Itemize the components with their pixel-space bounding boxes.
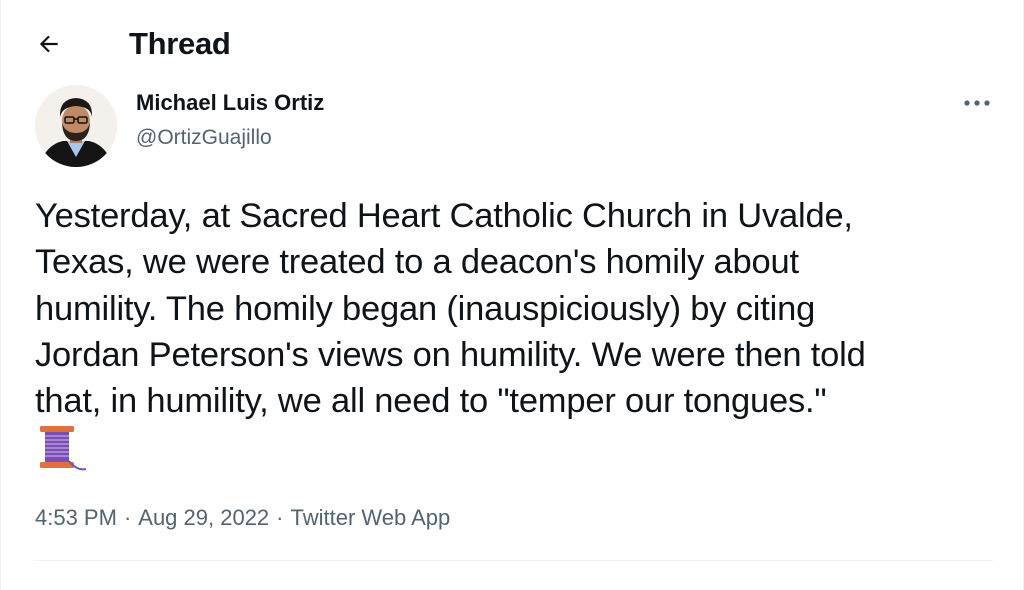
tweet-thread-page: Thread Michael Luis Ortiz @OrtizGuajillo bbox=[0, 0, 1024, 590]
page-title: Thread bbox=[129, 26, 231, 61]
tweet-date[interactable]: Aug 29, 2022 bbox=[138, 505, 269, 530]
thread-spool-icon bbox=[40, 426, 87, 471]
meta-separator: · bbox=[123, 505, 132, 530]
tweet-source[interactable]: Twitter Web App bbox=[291, 505, 451, 530]
author-name[interactable]: Michael Luis Ortiz bbox=[136, 89, 324, 117]
thread-header: Thread bbox=[1, 0, 1024, 86]
avatar-image bbox=[35, 85, 117, 167]
avatar[interactable] bbox=[35, 85, 117, 167]
author-handle[interactable]: @OrtizGuajillo bbox=[136, 124, 272, 152]
more-options-button[interactable] bbox=[957, 88, 997, 118]
tweet-time[interactable]: 4:53 PM bbox=[35, 505, 117, 530]
divider bbox=[35, 560, 993, 561]
more-horizontal-icon bbox=[964, 100, 990, 106]
arrow-left-icon bbox=[39, 35, 58, 53]
tweet-metadata: 4:53 PM · Aug 29, 2022 · Twitter Web App bbox=[35, 503, 450, 533]
back-button[interactable] bbox=[29, 24, 69, 64]
meta-separator: · bbox=[276, 505, 284, 530]
tweet-text: Yesterday, at Sacred Heart Catholic Chur… bbox=[35, 197, 866, 421]
